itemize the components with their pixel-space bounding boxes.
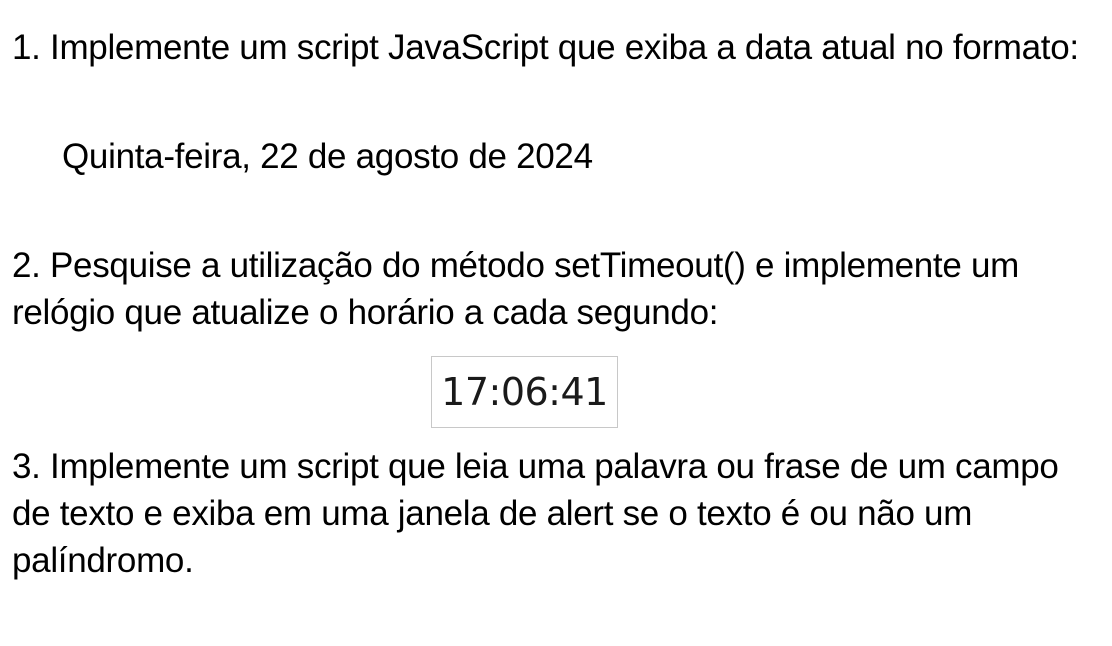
document-page: 1. Implemente um script JavaScript que e… — [0, 0, 1112, 646]
exercise-2-text: 2. Pesquise a utilização do método setTi… — [12, 246, 1019, 332]
exercise-3-text: 3. Implemente um script que leia uma pal… — [12, 447, 1059, 580]
exercise-1-text: 1. Implemente um script JavaScript que e… — [12, 28, 1079, 67]
date-format-example: Quinta-feira, 22 de agosto de 2024 — [62, 137, 593, 176]
clock-display: 17:06:41 — [431, 356, 618, 428]
clock-time-text: 17:06:41 — [441, 370, 608, 414]
